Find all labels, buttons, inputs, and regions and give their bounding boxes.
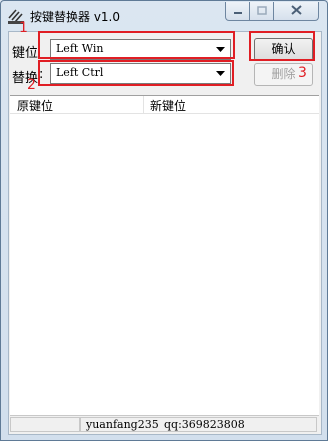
client-area: 键位 Left Win 替换 : Left Ctrl 确认 删除 1 2 3 原… xyxy=(8,20,322,435)
annotation-number-2: 2 xyxy=(27,77,36,93)
maximize-icon xyxy=(256,4,267,18)
annotation-number-3: 3 xyxy=(298,65,307,81)
list-header: 原键位 新键位 xyxy=(10,96,319,114)
status-bar: yuanfang235 qq:369823808 xyxy=(10,415,319,433)
annotation-box-1 xyxy=(38,31,235,59)
status-cell-empty xyxy=(10,417,80,432)
maximize-button[interactable] xyxy=(249,2,274,21)
close-button[interactable] xyxy=(273,2,319,21)
annotation-box-2 xyxy=(38,60,234,86)
key-label: 键位 xyxy=(12,46,39,61)
column-header-new-key[interactable]: 新键位 xyxy=(150,97,186,113)
minimize-button[interactable] xyxy=(225,2,250,21)
mapping-list[interactable]: 原键位 新键位 xyxy=(10,95,319,415)
app-window: 按键替换器 v1.0 键位 Left Win 替换 : Left Ctrl 确认… xyxy=(0,0,328,441)
annotation-number-1: 1 xyxy=(19,20,28,36)
window-title: 按键替换器 v1.0 xyxy=(30,10,121,24)
column-divider[interactable] xyxy=(143,96,144,113)
status-author: yuanfang235 xyxy=(86,418,159,431)
status-qq: qq:369823808 xyxy=(164,418,245,431)
minimize-icon xyxy=(233,4,243,18)
annotation-box-3 xyxy=(249,31,315,61)
column-header-original-key[interactable]: 原键位 xyxy=(17,97,53,113)
close-icon xyxy=(290,4,302,18)
title-bar[interactable]: 按键替换器 v1.0 xyxy=(1,1,327,31)
